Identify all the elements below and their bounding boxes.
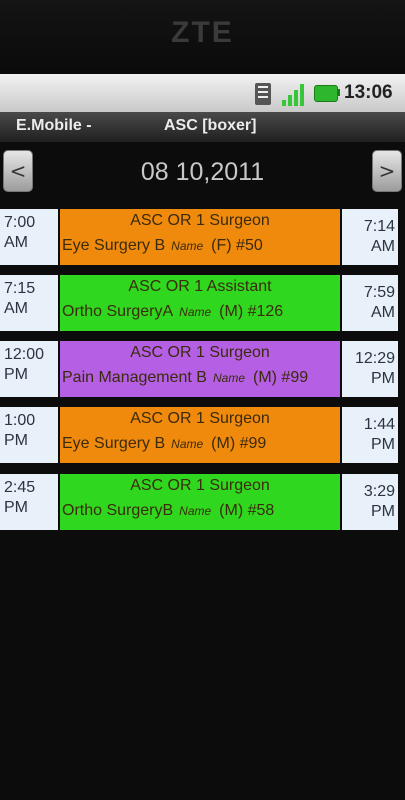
appointment-details: Eye Surgery B Name (F) #50 bbox=[62, 237, 340, 255]
appointment-row[interactable]: 12:00 PM ASC OR 1 Surgeon Pain Management… bbox=[0, 341, 400, 397]
start-time-cell: 1:00 PM bbox=[0, 407, 58, 463]
appointment-block[interactable]: ASC OR 1 Surgeon Pain Management B Name (M… bbox=[60, 341, 340, 397]
procedure-label: Pain Management B bbox=[62, 369, 207, 386]
patient-id: (M) #99 bbox=[211, 435, 267, 452]
patient-name-label: Name bbox=[179, 305, 212, 319]
end-time-cell: 7:59 AM bbox=[342, 275, 398, 331]
appointment-row[interactable]: 1:00 PM ASC OR 1 Surgeon Eye Surgery B Nam… bbox=[0, 407, 400, 463]
patient-id: (F) #50 bbox=[211, 237, 263, 254]
patient-id: (M) #99 bbox=[253, 369, 309, 386]
appointment-title: ASC OR 1 Assistant bbox=[128, 278, 272, 295]
procedure-label: Ortho SurgeryA bbox=[62, 303, 174, 320]
procedure-label: Eye Surgery B bbox=[62, 237, 166, 254]
status-clock: 13:06 bbox=[344, 82, 393, 103]
appointment-details: Ortho SurgeryB Name (M) #58 bbox=[62, 502, 340, 520]
status-bar: 13:06 bbox=[0, 74, 405, 112]
appointment-block[interactable]: ASC OR 1 Assistant Ortho SurgeryA Name (M)… bbox=[60, 275, 340, 331]
appointment-title: ASC OR 1 Surgeon bbox=[130, 212, 270, 229]
appointment-details: Ortho SurgeryA Name (M) #126 bbox=[62, 303, 340, 321]
end-time-cell: 12:29 PM bbox=[342, 341, 398, 397]
procedure-label: Eye Surgery B bbox=[62, 435, 166, 452]
patient-name-label: Name bbox=[212, 371, 245, 385]
appointment-details: Pain Management B Name (M) #99 bbox=[62, 369, 340, 387]
patient-name-label: Name bbox=[171, 239, 204, 253]
battery-icon bbox=[314, 85, 338, 102]
start-time-cell: 7:15 AM bbox=[0, 275, 58, 331]
date-navigation: < 08 10,2011 > bbox=[0, 146, 405, 198]
appointment-row[interactable]: 7:00 AM ASC OR 1 Surgeon Eye Surgery B Nam… bbox=[0, 209, 400, 265]
end-time-cell: 3:29 PM bbox=[342, 474, 398, 530]
phone-icon bbox=[255, 83, 271, 105]
patient-name-label: Name bbox=[171, 437, 204, 451]
next-day-button[interactable]: > bbox=[372, 150, 402, 192]
device-brand-logo: ZTE bbox=[171, 16, 234, 49]
signal-icon bbox=[282, 82, 308, 106]
appointment-row[interactable]: 2:45 PM ASC OR 1 Surgeon Ortho SurgeryB Na… bbox=[0, 474, 400, 530]
appointment-title: ASC OR 1 Surgeon bbox=[130, 344, 270, 361]
appointment-title: ASC OR 1 Surgeon bbox=[130, 477, 270, 494]
appointment-title: ASC OR 1 Surgeon bbox=[130, 410, 270, 427]
appointment-row[interactable]: 7:15 AM ASC OR 1 Assistant Ortho SurgeryA… bbox=[0, 275, 400, 331]
start-time-cell: 2:45 PM bbox=[0, 474, 58, 530]
end-time-cell: 7:14 AM bbox=[342, 209, 398, 265]
title-bar: E.Mobile - ASC [boxer] bbox=[0, 112, 405, 142]
appointment-block[interactable]: ASC OR 1 Surgeon Ortho SurgeryB Name (M) #… bbox=[60, 474, 340, 530]
start-time-cell: 7:00 AM bbox=[0, 209, 58, 265]
device-bezel: ZTE bbox=[0, 0, 405, 74]
end-time-cell: 1:44 PM bbox=[342, 407, 398, 463]
current-date: 08 10,2011 bbox=[140, 158, 265, 186]
patient-id: (M) #126 bbox=[219, 303, 284, 320]
start-time-cell: 12:00 PM bbox=[0, 341, 58, 397]
appointment-block[interactable]: ASC OR 1 Surgeon Eye Surgery B Name (F) #5… bbox=[60, 209, 340, 265]
procedure-label: Ortho SurgeryB bbox=[62, 502, 174, 519]
appointment-details: Eye Surgery B Name (M) #99 bbox=[62, 435, 340, 453]
app-name: E.Mobile - bbox=[16, 117, 92, 134]
patient-name-label: Name bbox=[179, 504, 212, 518]
appointment-block[interactable]: ASC OR 1 Surgeon Eye Surgery B Name (M) #9… bbox=[60, 407, 340, 463]
screen-title: ASC [boxer] bbox=[164, 117, 257, 134]
patient-id: (M) #58 bbox=[219, 502, 275, 519]
